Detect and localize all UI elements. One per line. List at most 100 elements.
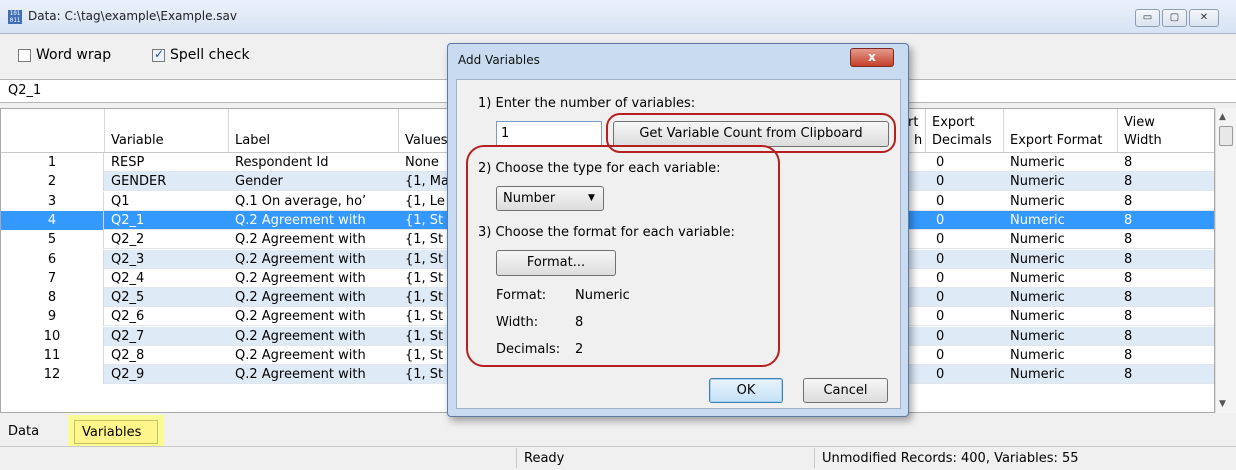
cell-format[interactable]: Numeric	[1010, 213, 1065, 228]
scroll-down-arrow-icon[interactable]: ▼	[1219, 399, 1226, 409]
cell-variable[interactable]: Q2_2	[111, 232, 144, 247]
cell-width[interactable]: 8	[1124, 309, 1132, 324]
cell-width[interactable]: 8	[1124, 232, 1132, 247]
cell-decimals[interactable]: 0	[936, 174, 944, 189]
row-number[interactable]: 3	[1, 191, 104, 211]
cell-decimals[interactable]: 0	[936, 367, 944, 382]
row-number[interactable]: 11	[1, 346, 104, 365]
cell-decimals[interactable]: 0	[936, 309, 944, 324]
cell-decimals[interactable]: 0	[936, 271, 944, 286]
cell-format[interactable]: Numeric	[1010, 309, 1065, 324]
cell-width[interactable]: 8	[1124, 213, 1132, 228]
cell-variable[interactable]: Q1	[111, 194, 130, 209]
cell-variable[interactable]: Q2_1	[111, 213, 144, 228]
cell-width[interactable]: 8	[1124, 348, 1132, 363]
word-wrap-checkbox[interactable]	[18, 49, 31, 62]
cell-label[interactable]: Q.2 Agreement with	[235, 213, 395, 228]
cell-label[interactable]: Q.2 Agreement with	[235, 329, 395, 344]
column-header-export-decimals[interactable]: Export Decimals	[926, 109, 1004, 153]
dialog-close-button[interactable]: x	[850, 48, 894, 67]
cell-decimals[interactable]: 0	[936, 213, 944, 228]
row-number[interactable]: 4	[1, 210, 104, 230]
cell-label[interactable]: Q.2 Agreement with	[235, 309, 395, 324]
column-header-export-format[interactable]: Export Format	[1004, 109, 1118, 153]
row-number-header	[1, 109, 105, 153]
cell-label[interactable]: Q.2 Agreement with	[235, 367, 395, 382]
cell-variable[interactable]: Q2_4	[111, 271, 144, 286]
cell-width[interactable]: 8	[1124, 174, 1132, 189]
cell-label[interactable]: Q.1 On average, ho’	[235, 194, 395, 209]
cell-format[interactable]: Numeric	[1010, 252, 1065, 267]
column-header-view-width[interactable]: View Width	[1118, 109, 1214, 153]
cell-decimals[interactable]: 0	[936, 232, 944, 247]
row-number[interactable]: 8	[1, 288, 104, 308]
cell-format[interactable]: Numeric	[1010, 232, 1065, 247]
variable-count-input[interactable]: 1	[496, 121, 602, 146]
cell-variable[interactable]: GENDER	[111, 174, 166, 189]
cell-variable[interactable]: Q2_5	[111, 290, 144, 305]
cell-variable[interactable]: Q2_8	[111, 348, 144, 363]
scrollbar-thumb[interactable]	[1219, 126, 1233, 146]
row-number[interactable]: 1	[1, 153, 104, 172]
cell-width[interactable]: 8	[1124, 329, 1132, 344]
cell-width[interactable]: 8	[1124, 271, 1132, 286]
cell-decimals[interactable]: 0	[936, 194, 944, 209]
cell-format[interactable]: Numeric	[1010, 271, 1065, 286]
cell-decimals[interactable]: 0	[936, 252, 944, 267]
cell-decimals[interactable]: 0	[936, 290, 944, 305]
row-number[interactable]: 9	[1, 307, 104, 327]
tab-data[interactable]: Data	[8, 424, 39, 439]
row-number[interactable]: 5	[1, 230, 104, 250]
spell-check-checkbox[interactable]	[152, 47, 165, 62]
row-number[interactable]: 10	[1, 326, 104, 346]
cell-editor-value: Q2_1	[8, 83, 42, 98]
cell-format[interactable]: Numeric	[1010, 155, 1065, 170]
column-header-variable[interactable]: Variable	[105, 109, 229, 153]
cell-label[interactable]: Q.2 Agreement with	[235, 290, 395, 305]
cell-variable[interactable]: Q2_9	[111, 367, 144, 382]
ok-button[interactable]: OK	[709, 378, 783, 403]
cell-variable[interactable]: Q2_3	[111, 252, 144, 267]
cell-format[interactable]: Numeric	[1010, 367, 1065, 382]
row-number[interactable]: 7	[1, 268, 104, 288]
vertical-scrollbar[interactable]	[1215, 108, 1236, 413]
status-info: Unmodified Records: 400, Variables: 55	[822, 451, 1079, 466]
cell-label[interactable]: Respondent Id	[235, 155, 395, 170]
maximize-button[interactable]: ▢	[1162, 9, 1187, 27]
status-divider	[814, 448, 815, 468]
cell-format[interactable]: Numeric	[1010, 348, 1065, 363]
scroll-up-arrow-icon[interactable]: ▲	[1219, 112, 1226, 122]
row-number[interactable]: 2	[1, 172, 104, 192]
cancel-button[interactable]: Cancel	[803, 378, 888, 403]
cell-width[interactable]: 8	[1124, 194, 1132, 209]
app-icon: 101 011	[8, 10, 22, 24]
cell-decimals[interactable]: 0	[936, 329, 944, 344]
cell-format[interactable]: Numeric	[1010, 194, 1065, 209]
cell-width[interactable]: 8	[1124, 367, 1132, 382]
cell-decimals[interactable]: 0	[936, 348, 944, 363]
cell-label[interactable]: Q.2 Agreement with	[235, 232, 395, 247]
cell-width[interactable]: 8	[1124, 252, 1132, 267]
word-wrap-label[interactable]: Word wrap	[36, 47, 111, 63]
cell-width[interactable]: 8	[1124, 290, 1132, 305]
cell-format[interactable]: Numeric	[1010, 329, 1065, 344]
cell-decimals[interactable]: 0	[936, 155, 944, 170]
cell-label[interactable]: Q.2 Agreement with	[235, 348, 395, 363]
cell-variable[interactable]: Q2_6	[111, 309, 144, 324]
minimize-button[interactable]: ▭	[1135, 9, 1160, 27]
cell-format[interactable]: Numeric	[1010, 174, 1065, 189]
status-ready: Ready	[524, 451, 565, 466]
spell-check-label[interactable]: Spell check	[170, 47, 250, 63]
cell-label[interactable]: Q.2 Agreement with	[235, 271, 395, 286]
cell-label[interactable]: Gender	[235, 174, 395, 189]
column-header-label[interactable]: Label	[229, 109, 399, 153]
row-number[interactable]: 12	[1, 365, 104, 385]
tab-variables[interactable]: Variables	[82, 425, 141, 440]
cell-variable[interactable]: RESP	[111, 155, 144, 170]
cell-variable[interactable]: Q2_7	[111, 329, 144, 344]
cell-format[interactable]: Numeric	[1010, 290, 1065, 305]
close-window-button[interactable]: ✕	[1189, 9, 1219, 27]
row-number[interactable]: 6	[1, 249, 104, 269]
cell-width[interactable]: 8	[1124, 155, 1132, 170]
cell-label[interactable]: Q.2 Agreement with	[235, 252, 395, 267]
